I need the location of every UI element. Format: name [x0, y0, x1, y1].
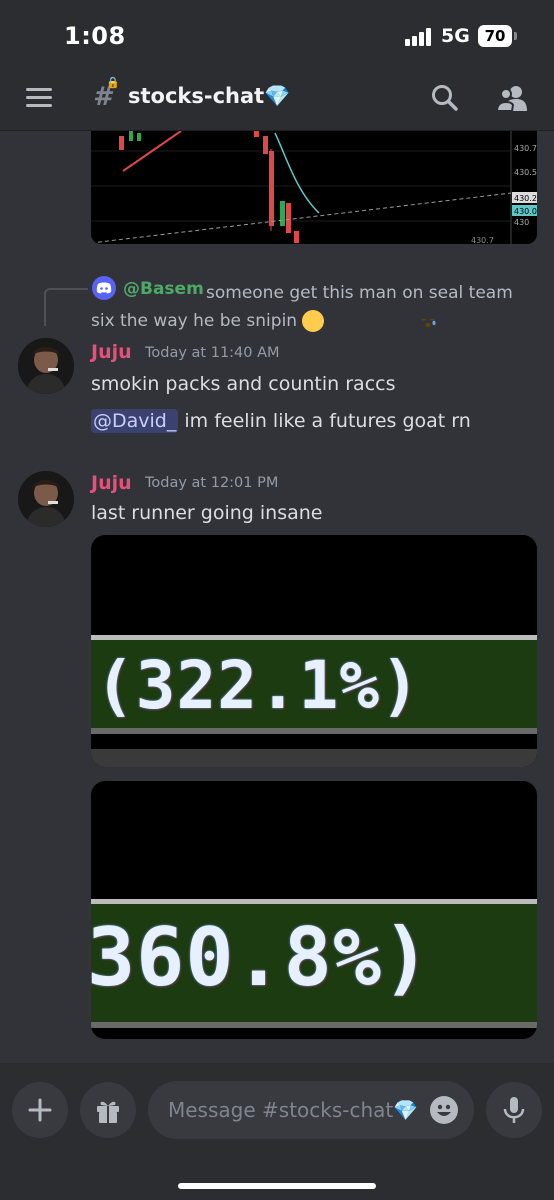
percent-gain-value: (322.1%) [95, 647, 421, 724]
image-attachment[interactable]: 360.8%) [91, 781, 537, 1039]
reply-author[interactable]: @Basem [123, 279, 204, 299]
message-timestamp: Today at 11:40 AM [145, 345, 280, 361]
cellular-signal-icon [405, 28, 433, 46]
image-attachment[interactable]: (322.1%) [91, 535, 537, 767]
battery-icon: 70 [478, 25, 517, 47]
svg-text:430.0: 430.0 [514, 207, 537, 216]
search-icon[interactable] [430, 83, 460, 113]
plus-icon [28, 1098, 52, 1122]
message-input[interactable] [168, 1081, 418, 1139]
percent-gain-value: 360.8%) [91, 911, 432, 1004]
gift-icon [97, 1101, 119, 1123]
network-type: 5G [441, 25, 470, 47]
message-author[interactable]: Juju [91, 472, 132, 494]
svg-text:430: 430 [514, 218, 529, 227]
status-time: 1:08 [64, 22, 126, 50]
status-bar: 1:08 5G 70 [0, 0, 554, 70]
add-attachment-button[interactable] [12, 1082, 68, 1138]
chart-image-attachment[interactable]: 430.7 430.5 430.2 430.0 430 430.7 [91, 131, 537, 244]
voice-message-button[interactable] [486, 1082, 542, 1138]
svg-text:430.7: 430.7 [471, 236, 494, 244]
menu-icon[interactable] [26, 86, 54, 110]
channel-title[interactable]: stocks-chat💎 [128, 84, 290, 109]
message-input-pill [148, 1081, 474, 1139]
avatar[interactable] [18, 338, 74, 394]
sleepy-face-emoji [302, 310, 436, 332]
hashtag-lock-icon: # 🔒 [93, 76, 120, 112]
home-indicator [178, 1183, 376, 1189]
svg-text:430.5: 430.5 [514, 168, 537, 177]
message-text: @David_ im feelin like a futures goat rn [91, 409, 471, 433]
channel-header: # 🔒 stocks-chat💎 [0, 70, 554, 130]
avatar[interactable] [18, 471, 74, 527]
gift-button[interactable] [80, 1082, 136, 1138]
emoji-picker-icon[interactable] [430, 1096, 458, 1124]
svg-text:430.7: 430.7 [514, 144, 537, 153]
microphone-icon [503, 1097, 525, 1123]
message-text: last runner going insane [91, 502, 323, 524]
members-icon[interactable] [496, 83, 528, 113]
candlestick-chart: 430.7 430.5 430.2 430.0 430 430.7 [91, 131, 537, 244]
message-text: smokin packs and countin raccs [91, 373, 396, 395]
message-author[interactable]: Juju [91, 341, 132, 363]
message-timestamp: Today at 12:01 PM [145, 475, 279, 491]
reply-connector [44, 288, 88, 326]
message-composer [0, 1063, 554, 1200]
svg-text:430.2: 430.2 [514, 194, 537, 203]
user-mention[interactable]: @David_ [91, 409, 179, 433]
